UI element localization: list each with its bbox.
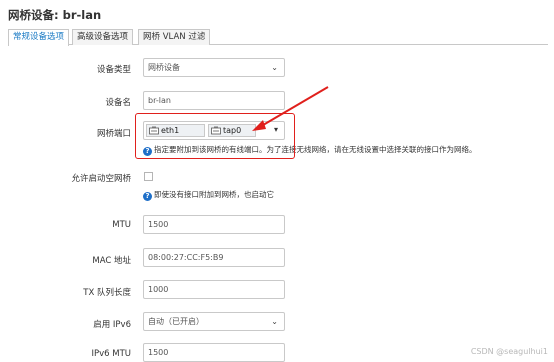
annotation-arrow <box>252 86 329 131</box>
watermark: CSDN @seagulhui1 <box>470 347 548 356</box>
